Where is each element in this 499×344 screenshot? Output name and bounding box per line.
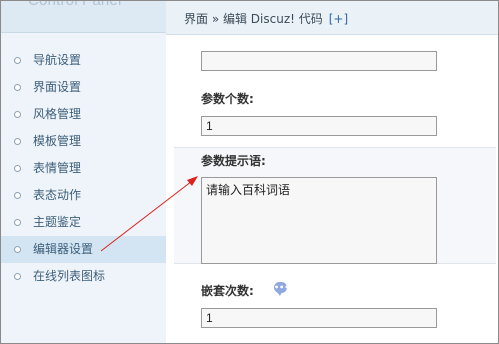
screenshot-frame [0, 0, 499, 344]
